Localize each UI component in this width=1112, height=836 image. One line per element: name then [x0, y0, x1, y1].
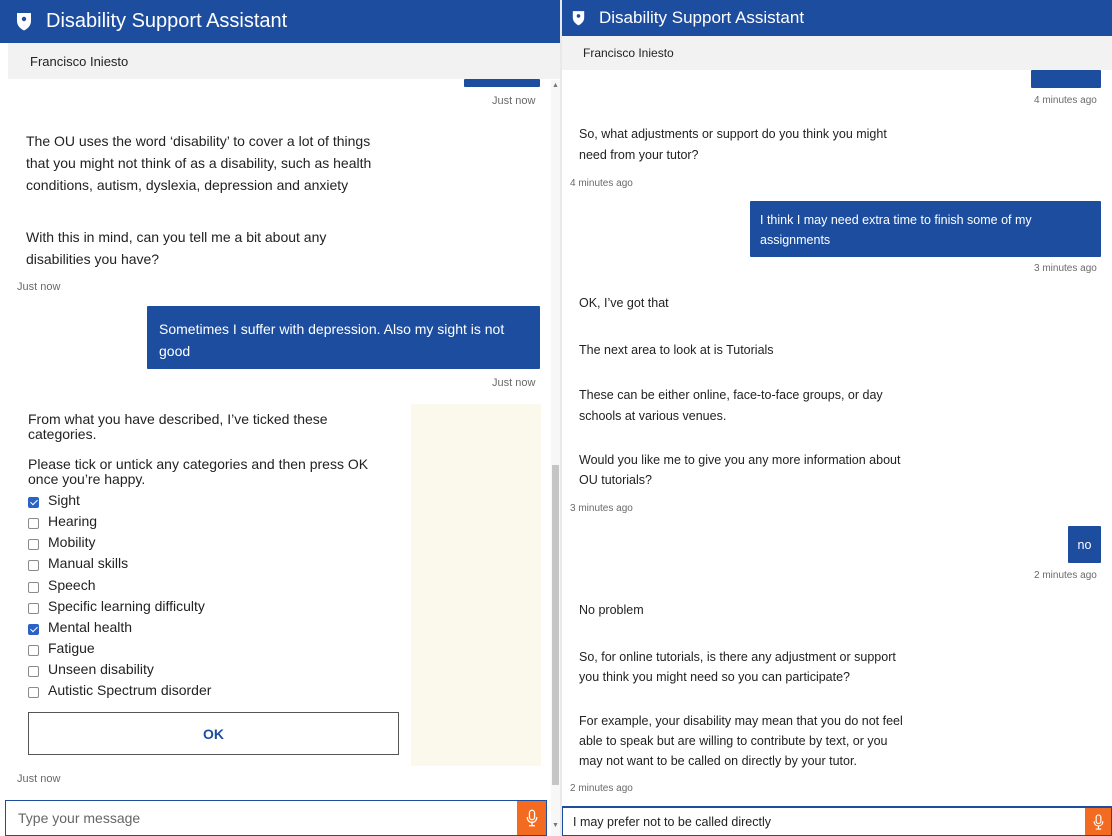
category-label: Manual skills — [48, 555, 129, 571]
bot-message-line: For example, your disability may mean th… — [579, 714, 903, 728]
checkbox[interactable] — [28, 686, 39, 698]
bot-message-line: Would you like me to give you any more i… — [579, 453, 901, 467]
chat-window-right: Disability Support Assistant Francisco I… — [562, 0, 1112, 836]
bot-message-line: conditions, autism, dyslexia, depression… — [26, 177, 349, 193]
category-autistic-spectrum-disorder[interactable]: Autistic Spectrum disorder — [28, 680, 211, 700]
user-message-line: Sometimes I suffer with depression. Also… — [159, 321, 505, 337]
bot-message-line: need from your tutor? — [579, 148, 699, 162]
checkbox[interactable] — [28, 538, 39, 550]
category-sight[interactable]: Sight — [28, 490, 80, 510]
bot-message-line: schools at various venues. — [579, 409, 727, 423]
user-message-bubble: I think I may need extra time to finish … — [750, 201, 1101, 257]
bot-message-line: that you might not think of as a disabil… — [26, 155, 372, 171]
checkbox[interactable] — [28, 559, 39, 571]
category-label: Unseen disability — [48, 661, 154, 677]
user-message-line: good — [159, 343, 191, 359]
category-hearing[interactable]: Hearing — [28, 511, 97, 531]
message-timestamp: Just now — [17, 773, 61, 785]
message-timestamp: 2 minutes ago — [570, 783, 633, 794]
category-label: Sight — [48, 492, 80, 508]
category-label: Speech — [48, 577, 96, 593]
bot-message-line: you think you might need so you can part… — [579, 670, 851, 684]
checkbox[interactable] — [28, 644, 39, 656]
category-unseen-disability[interactable]: Unseen disability — [28, 659, 154, 679]
category-label: Specific learning difficulty — [48, 598, 205, 614]
header-bar: Disability Support Assistant — [562, 0, 1112, 36]
bot-message-line: So, for online tutorials, is there any a… — [579, 650, 896, 664]
checkbox[interactable] — [28, 602, 39, 614]
bot-message-line: able to speak but are willing to contrib… — [579, 734, 888, 748]
user-message-bubble-partial — [464, 79, 540, 87]
checkbox-checked[interactable] — [28, 496, 39, 508]
category-label: Mental health — [48, 619, 133, 635]
message-input-bar — [562, 806, 1112, 836]
header-bar: Disability Support Assistant — [0, 0, 560, 43]
category-label: Fatigue — [48, 640, 95, 656]
category-fatigue[interactable]: Fatigue — [28, 638, 95, 658]
category-speech[interactable]: Speech — [28, 575, 95, 595]
message-timestamp: Just now — [492, 95, 536, 107]
microphone-button[interactable] — [1085, 808, 1111, 835]
user-message-bubble: Sometimes I suffer with depression. Also… — [147, 306, 540, 369]
user-message-line: assignments — [760, 233, 831, 247]
bot-message-line: With this in mind, can you tell me a bit… — [26, 229, 327, 245]
bot-message-line: may not want to be called on directly by… — [579, 754, 857, 768]
form-instructions-line: Please tick or untick any categories and… — [28, 456, 369, 472]
message-input-bar — [5, 800, 547, 836]
microphone-icon — [526, 809, 537, 827]
message-timestamp: 2 minutes ago — [1034, 570, 1097, 581]
bot-message-line: disabilities you have? — [26, 251, 160, 267]
scroll-down-arrow-icon[interactable]: ▼ — [552, 822, 559, 829]
microphone-icon — [1093, 813, 1103, 830]
message-timestamp: Just now — [17, 281, 61, 293]
bot-message-line: These can be either online, face-to-face… — [579, 388, 883, 402]
bot-message-line: So, what adjustments or support do you t… — [579, 127, 887, 141]
user-message-bubble-partial — [1031, 70, 1101, 88]
chat-window-left: Disability Support Assistant Francisco I… — [0, 0, 560, 836]
scroll-up-arrow-icon[interactable]: ▲ — [552, 82, 559, 89]
category-label: Hearing — [48, 513, 98, 529]
category-mobility[interactable]: Mobility — [28, 532, 95, 552]
checkbox[interactable] — [28, 665, 39, 677]
category-mental-health[interactable]: Mental health — [28, 617, 132, 637]
form-instructions-line: once you’re happy. — [28, 471, 146, 487]
shield-icon — [16, 12, 32, 31]
app-title: Disability Support Assistant — [46, 10, 288, 32]
message-timestamp: Just now — [492, 377, 536, 389]
checkbox[interactable] — [28, 581, 39, 593]
scrollbar-thumb[interactable] — [552, 465, 559, 785]
form-side-panel — [411, 404, 541, 766]
user-name-bar: Francisco Iniesto — [562, 36, 1112, 70]
checkbox-checked[interactable] — [28, 623, 39, 635]
bot-message-line: The next area to look at is Tutorials — [579, 343, 774, 357]
user-name-bar: Francisco Iniesto — [8, 43, 560, 79]
form-intro-line: From what you have described, I’ve ticke… — [28, 411, 328, 427]
category-specific-learning-difficulty[interactable]: Specific learning difficulty — [28, 596, 205, 616]
app-title: Disability Support Assistant — [599, 8, 805, 27]
bot-message-line: The OU uses the word ‘disability’ to cov… — [26, 133, 371, 149]
bot-message-line: OK, I’ve got that — [579, 296, 669, 310]
message-timestamp: 3 minutes ago — [1034, 263, 1097, 274]
message-timestamp: 3 minutes ago — [570, 503, 633, 514]
checkbox[interactable] — [28, 517, 39, 529]
user-message-line: no — [1077, 537, 1092, 552]
bot-message-line: No problem — [579, 603, 644, 617]
ok-button[interactable]: OK — [28, 712, 399, 755]
message-timestamp: 4 minutes ago — [1034, 95, 1097, 106]
user-name: Francisco Iniesto — [30, 53, 129, 69]
user-message-line: I think I may need extra time to finish … — [760, 213, 1032, 227]
user-message-bubble: no — [1068, 526, 1101, 563]
user-name: Francisco Iniesto — [583, 46, 674, 60]
category-label: Mobility — [48, 534, 96, 550]
category-manual-skills[interactable]: Manual skills — [28, 553, 128, 573]
message-input[interactable] — [573, 814, 1053, 829]
bot-message-line: OU tutorials? — [579, 473, 652, 487]
message-timestamp: 4 minutes ago — [570, 178, 633, 189]
form-intro-line: categories. — [28, 426, 97, 442]
shield-icon — [572, 10, 585, 26]
message-input[interactable] — [18, 810, 498, 826]
category-label: Autistic Spectrum disorder — [48, 682, 212, 698]
microphone-button[interactable] — [517, 801, 546, 835]
